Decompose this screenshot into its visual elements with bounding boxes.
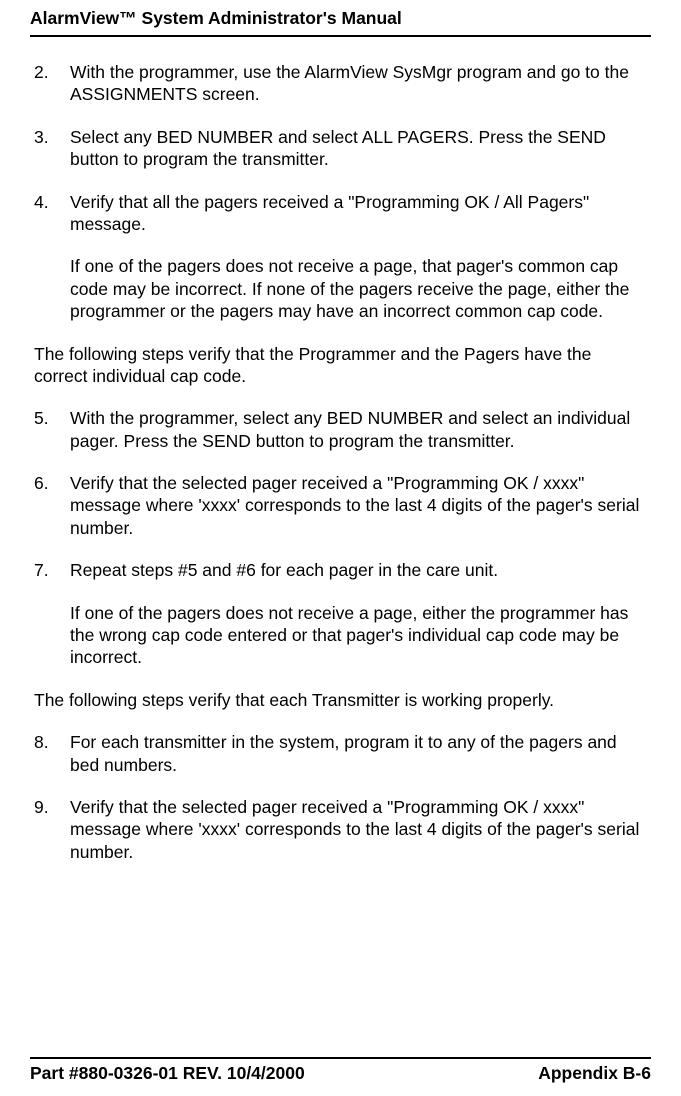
step-number: 9. bbox=[30, 796, 70, 863]
step-subtext: If one of the pagers does not receive a … bbox=[70, 602, 641, 669]
step-number: 5. bbox=[30, 407, 70, 452]
step-number: 3. bbox=[30, 126, 70, 171]
step-2: 2. With the programmer, use the AlarmVie… bbox=[30, 61, 651, 106]
intro-paragraph-2: The following steps verify that each Tra… bbox=[30, 689, 651, 711]
step-5: 5. With the programmer, select any BED N… bbox=[30, 407, 651, 452]
footer: Part #880-0326-01 REV. 10/4/2000 Appendi… bbox=[30, 1057, 651, 1084]
step-text: Verify that all the pagers received a "P… bbox=[70, 191, 651, 323]
step-9: 9. Verify that the selected pager receiv… bbox=[30, 796, 651, 863]
step-text: Verify that the selected pager received … bbox=[70, 472, 651, 539]
step-7: 7. Repeat steps #5 and #6 for each pager… bbox=[30, 559, 651, 669]
step-4: 4. Verify that all the pagers received a… bbox=[30, 191, 651, 323]
page-container: AlarmView™ System Administrator's Manual… bbox=[0, 0, 681, 863]
step-number: 7. bbox=[30, 559, 70, 669]
content-area: 2. With the programmer, use the AlarmVie… bbox=[30, 37, 651, 863]
step-text: Verify that the selected pager received … bbox=[70, 796, 651, 863]
step-3: 3. Select any BED NUMBER and select ALL … bbox=[30, 126, 651, 171]
step-number: 4. bbox=[30, 191, 70, 323]
footer-right: Appendix B-6 bbox=[538, 1063, 651, 1084]
step-text-main: Verify that all the pagers received a "P… bbox=[70, 192, 589, 234]
footer-left: Part #880-0326-01 REV. 10/4/2000 bbox=[30, 1063, 305, 1084]
step-subtext: If one of the pagers does not receive a … bbox=[70, 255, 641, 322]
step-text: With the programmer, use the AlarmView S… bbox=[70, 61, 651, 106]
step-text: For each transmitter in the system, prog… bbox=[70, 731, 651, 776]
header-title: AlarmView™ System Administrator's Manual bbox=[30, 8, 651, 35]
step-text: With the programmer, select any BED NUMB… bbox=[70, 407, 651, 452]
step-text-main: Repeat steps #5 and #6 for each pager in… bbox=[70, 560, 498, 580]
step-number: 8. bbox=[30, 731, 70, 776]
step-6: 6. Verify that the selected pager receiv… bbox=[30, 472, 651, 539]
intro-paragraph-1: The following steps verify that the Prog… bbox=[30, 343, 651, 388]
footer-rule bbox=[30, 1057, 651, 1059]
step-8: 8. For each transmitter in the system, p… bbox=[30, 731, 651, 776]
step-number: 2. bbox=[30, 61, 70, 106]
step-text: Repeat steps #5 and #6 for each pager in… bbox=[70, 559, 651, 669]
footer-row: Part #880-0326-01 REV. 10/4/2000 Appendi… bbox=[30, 1063, 651, 1084]
step-number: 6. bbox=[30, 472, 70, 539]
step-text: Select any BED NUMBER and select ALL PAG… bbox=[70, 126, 651, 171]
